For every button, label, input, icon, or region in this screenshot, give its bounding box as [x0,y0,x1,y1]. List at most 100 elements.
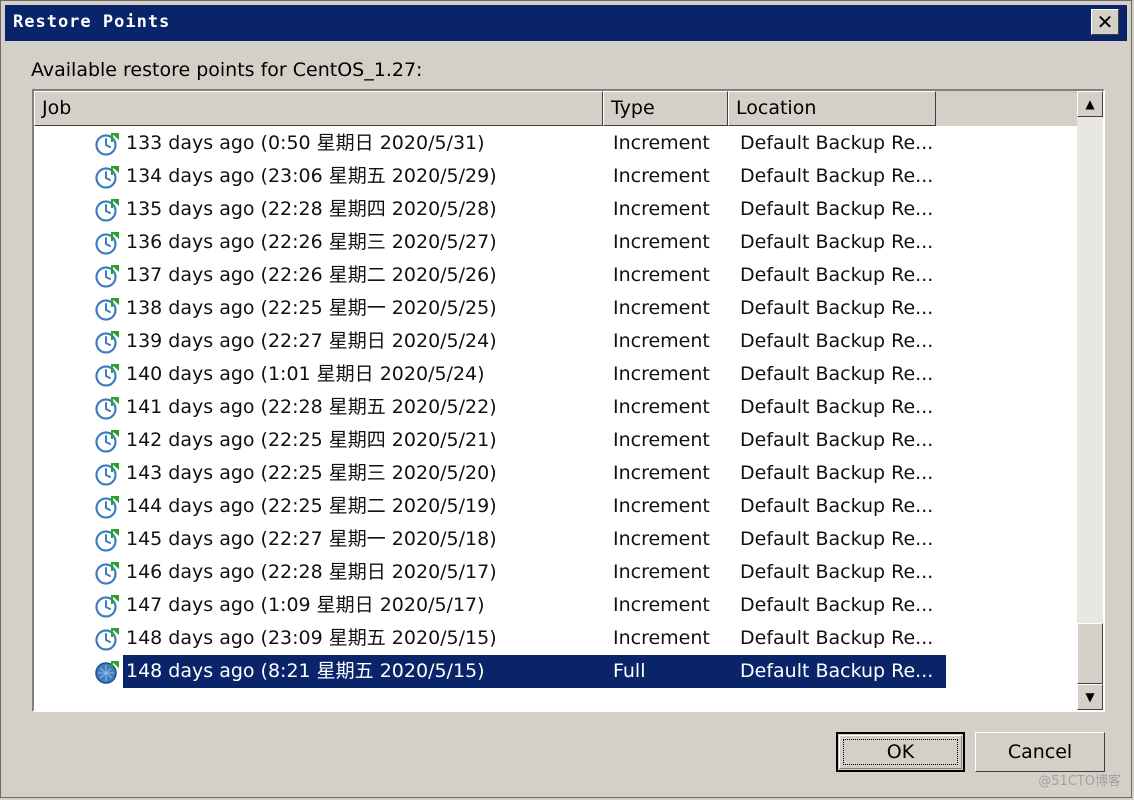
job-cell: 137 days ago (22:26 星期二 2020/5/26) [126,264,497,286]
job-cell: 139 days ago (22:27 星期日 2020/5/24) [126,330,497,352]
type-cell: Full [603,655,740,688]
location-cell: Default Backup Re... [740,495,934,517]
type-cell: Increment [613,495,710,517]
location-cell: Default Backup Re... [740,561,934,583]
list-item[interactable]: 148 days ago (8:21 星期五 2020/5/15) Full Def… [34,655,1083,688]
ok-button[interactable]: OK [836,732,965,772]
ok-button-label: OK [886,741,915,763]
arrow-up-icon: ▲ [1085,97,1095,111]
location-cell: Default Backup Re... [740,330,934,352]
list-item[interactable]: 136 days ago (22:26 星期三 2020/5/27) Increm… [34,226,1083,259]
list-item[interactable]: 144 days ago (22:25 星期二 2020/5/19) Increm… [34,490,1083,523]
job-cell: 135 days ago (22:28 星期四 2020/5/28) [126,198,497,220]
location-cell: Default Backup Re... [740,462,934,484]
increment-restore-point-icon [94,560,120,586]
increment-restore-point-icon [94,395,120,421]
job-cell: 141 days ago (22:28 星期五 2020/5/22) [126,396,497,418]
list-item[interactable]: 135 days ago (22:28 星期四 2020/5/28) Increm… [34,193,1083,226]
type-cell: Increment [613,363,710,385]
column-header-location[interactable]: Location [728,91,936,126]
column-header-job[interactable]: Job [34,91,603,126]
location-cell: Default Backup Re... [740,627,934,649]
cancel-button-label: Cancel [1007,741,1073,763]
location-cell: Default Backup Re... [740,396,934,418]
job-cell: 133 days ago (0:50 星期日 2020/5/31) [126,132,485,154]
type-cell: Increment [613,627,710,649]
scroll-up-button[interactable]: ▲ [1077,91,1103,117]
increment-restore-point-icon [94,131,120,157]
list-item[interactable]: 141 days ago (22:28 星期五 2020/5/22) Increm… [34,391,1083,424]
cancel-button[interactable]: Cancel [975,732,1105,772]
location-cell: Default Backup Re... [740,264,934,286]
job-cell: 147 days ago (1:09 星期日 2020/5/17) [126,594,485,616]
location-cell: Default Backup Re... [740,594,934,616]
list-item[interactable]: 145 days ago (22:27 星期一 2020/5/18) Increm… [34,523,1083,556]
increment-restore-point-icon [94,527,120,553]
list-item[interactable]: 138 days ago (22:25 星期一 2020/5/25) Increm… [34,292,1083,325]
job-cell: 142 days ago (22:25 星期四 2020/5/21) [126,429,497,451]
location-cell: Default Backup Re... [740,132,934,154]
job-cell: 146 days ago (22:28 星期日 2020/5/17) [126,561,497,583]
column-header-type[interactable]: Type [603,91,728,126]
increment-restore-point-icon [94,197,120,223]
type-cell: Increment [613,198,710,220]
increment-restore-point-icon [94,329,120,355]
location-cell: Default Backup Re... [740,429,934,451]
location-cell: Default Backup Re... [740,165,934,187]
window-title: Restore Points [13,12,171,32]
job-cell: 134 days ago (23:06 星期五 2020/5/29) [126,165,497,187]
increment-restore-point-icon [94,296,120,322]
arrow-down-icon: ▼ [1085,690,1095,704]
type-cell: Increment [613,132,710,154]
location-cell: Default Backup Re... [740,297,934,319]
list-item[interactable]: 137 days ago (22:26 星期二 2020/5/26) Increm… [34,259,1083,292]
job-cell: 145 days ago (22:27 星期一 2020/5/18) [126,528,497,550]
location-cell: Default Backup Re... [740,198,934,220]
job-cell: 148 days ago (23:09 星期五 2020/5/15) [126,627,497,649]
type-cell: Increment [613,231,710,253]
scroll-down-button[interactable]: ▼ [1077,684,1103,710]
type-cell: Increment [613,561,710,583]
list-item[interactable]: 148 days ago (23:09 星期五 2020/5/15) Increm… [34,622,1083,655]
full-restore-point-icon [94,659,120,685]
restore-points-list[interactable]: Job Type Location 133 days ago (0:50 星期日… [32,89,1105,712]
job-cell: 143 days ago (22:25 星期三 2020/5/20) [126,462,497,484]
increment-restore-point-icon [94,626,120,652]
type-cell: Increment [613,528,710,550]
list-item[interactable]: 134 days ago (23:06 星期五 2020/5/29) Increm… [34,160,1083,193]
location-cell: Default Backup Re... [740,363,934,385]
job-cell: 136 days ago (22:26 星期三 2020/5/27) [126,231,497,253]
list-header: Job Type Location [34,91,1083,126]
type-cell: Increment [613,165,710,187]
type-cell: Increment [613,297,710,319]
restore-points-caption: Available restore points for CentOS_1.27… [31,59,423,81]
type-cell: Increment [613,462,710,484]
type-cell: Increment [613,264,710,286]
list-item[interactable]: 146 days ago (22:28 星期日 2020/5/17) Increm… [34,556,1083,589]
watermark: @51CTO博客 [1038,774,1121,789]
location-cell: Default Backup Re... [740,231,934,253]
type-cell: Increment [613,330,710,352]
type-cell: Increment [613,594,710,616]
list-item[interactable]: 139 days ago (22:27 星期日 2020/5/24) Increm… [34,325,1083,358]
list-item[interactable]: 140 days ago (1:01 星期日 2020/5/24) Increme… [34,358,1083,391]
list-item[interactable]: 133 days ago (0:50 星期日 2020/5/31) Increme… [34,127,1083,160]
close-button[interactable]: ✕ [1091,9,1119,35]
increment-restore-point-icon [94,263,120,289]
title-bar[interactable]: Restore Points ✕ [5,5,1127,41]
scrollbar-thumb[interactable] [1077,623,1103,684]
list-item[interactable]: 142 days ago (22:25 星期四 2020/5/21) Increm… [34,424,1083,457]
increment-restore-point-icon [94,230,120,256]
increment-restore-point-icon [94,428,120,454]
type-cell: Increment [613,429,710,451]
increment-restore-point-icon [94,494,120,520]
increment-restore-point-icon [94,461,120,487]
type-cell: Increment [613,396,710,418]
increment-restore-point-icon [94,362,120,388]
list-item[interactable]: 143 days ago (22:25 星期三 2020/5/20) Increm… [34,457,1083,490]
job-cell: 138 days ago (22:25 星期一 2020/5/25) [126,297,497,319]
vertical-scrollbar[interactable]: ▲ ▼ [1077,91,1103,710]
close-icon: ✕ [1096,10,1114,34]
location-cell: Default Backup Re... [740,528,934,550]
list-item[interactable]: 147 days ago (1:09 星期日 2020/5/17) Increme… [34,589,1083,622]
